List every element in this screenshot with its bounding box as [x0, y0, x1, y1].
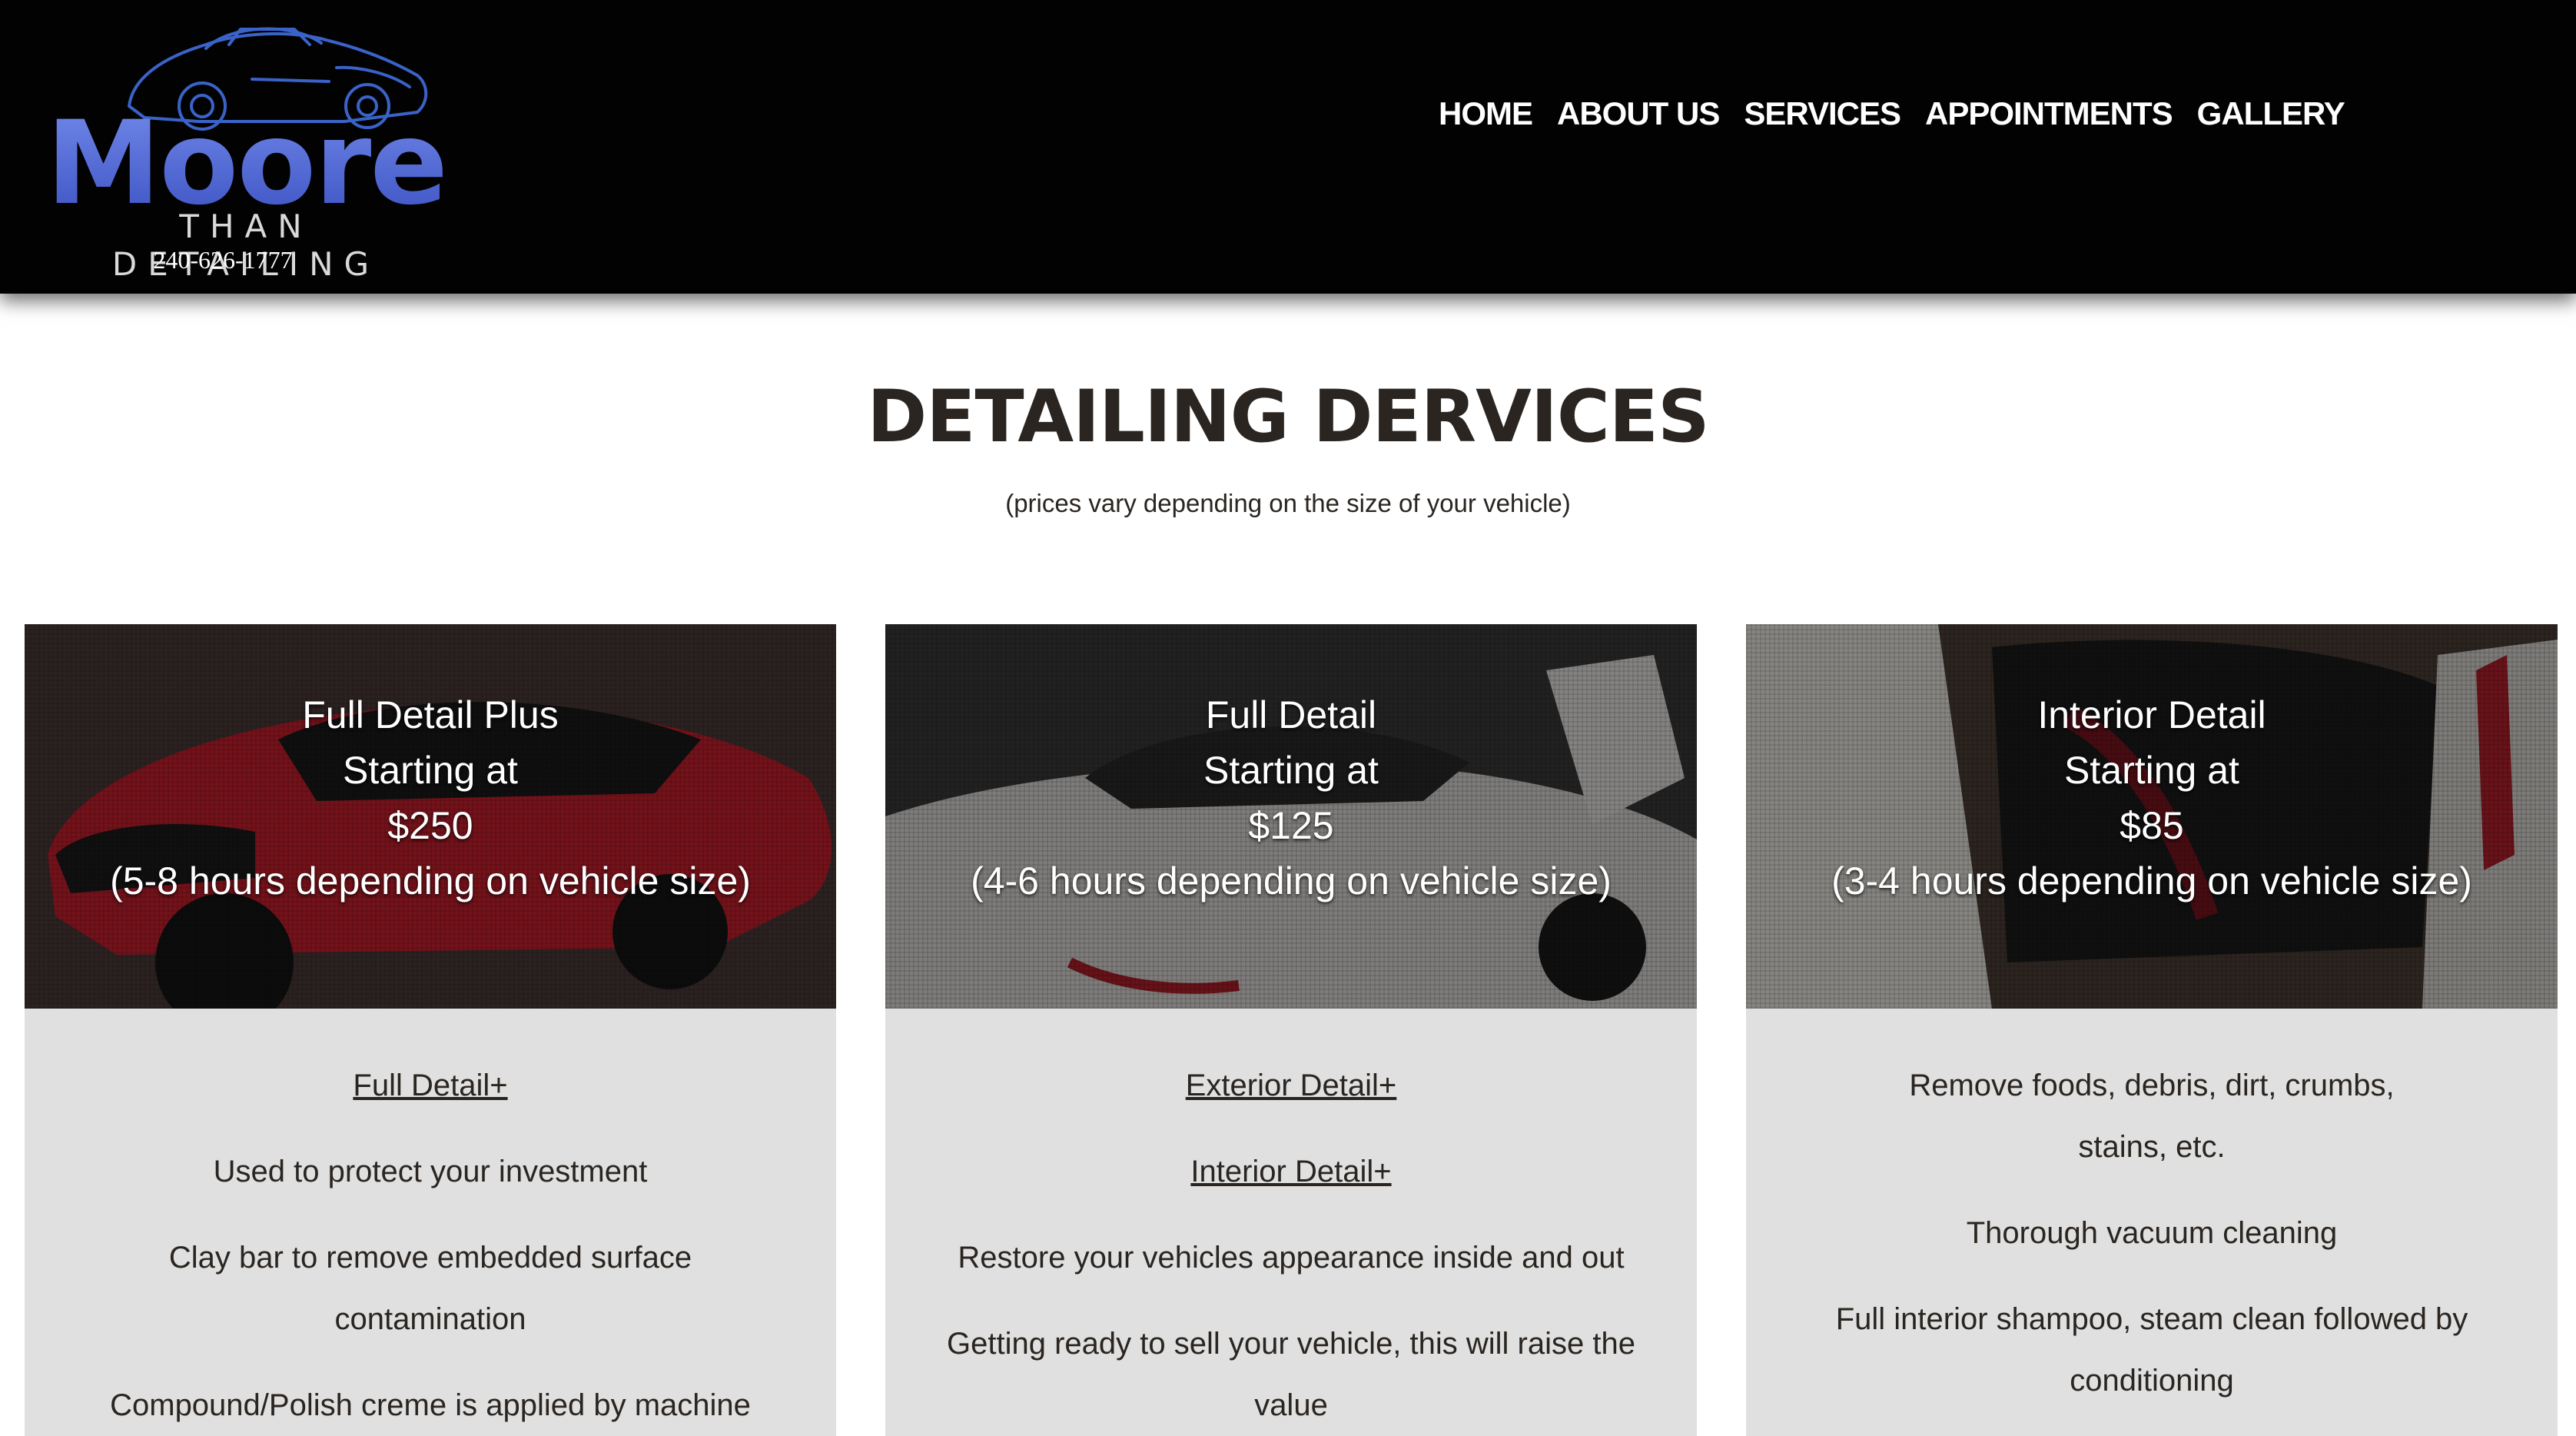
site-header: Moore THAN DETAILING 240-626-1777 HOME A…	[0, 0, 2576, 294]
page-subtitle: (prices vary depending on the size of yo…	[1005, 489, 1571, 517]
service-card-full-detail-plus: Full Detail Plus Starting at $250 (5-8 h…	[25, 624, 836, 1436]
service-card-full-detail: Full Detail Starting at $125 (4-6 hours …	[885, 624, 1697, 1436]
link-exterior-detail[interactable]: Exterior Detail+	[931, 1055, 1651, 1116]
starting-at-label: Starting at	[1203, 749, 1379, 792]
feature-text: Used to protect your investment	[213, 1155, 648, 1188]
feature-text: Remove foods, debris, dirt, crumbs, stai…	[1909, 1069, 2395, 1164]
service-price: $250	[387, 804, 473, 847]
card-body: Full Detail+ Used to protect your invest…	[71, 1055, 790, 1436]
feature-text: Thorough vacuum cleaning	[1966, 1216, 2338, 1250]
nav-appointments[interactable]: APPOINTMENTS	[1925, 95, 2173, 132]
card-hero: Full Detail Plus Starting at $250 (5-8 h…	[25, 624, 836, 1009]
hero-text: Interior Detail Starting at $85 (3-4 hou…	[1746, 687, 2558, 909]
service-price: $125	[1248, 804, 1334, 847]
starting-at-label: Starting at	[343, 749, 518, 792]
phone-number: 240-626-1777	[153, 246, 293, 274]
service-duration: (3-4 hours depending on vehicle size)	[1831, 859, 2472, 902]
service-name: Interior Detail	[2037, 693, 2266, 736]
card-body: Exterior Detail+ Interior Detail+ Restor…	[931, 1055, 1651, 1436]
service-card-interior-detail: Interior Detail Starting at $85 (3-4 hou…	[1746, 624, 2558, 1436]
nav-home[interactable]: HOME	[1439, 95, 1533, 132]
service-duration: (5-8 hours depending on vehicle size)	[110, 859, 751, 902]
feature-text: Clay bar to remove embedded surface cont…	[168, 1241, 692, 1336]
nav-about-us[interactable]: ABOUT US	[1557, 95, 1720, 132]
link-full-detail-plus[interactable]: Full Detail+	[71, 1055, 790, 1116]
nav-services[interactable]: SERVICES	[1744, 95, 1901, 132]
feature-text: Full interior shampoo, steam clean follo…	[1835, 1302, 2468, 1398]
brand-name: Moore	[46, 97, 448, 231]
starting-at-label: Starting at	[2064, 749, 2239, 792]
link-interior-detail[interactable]: Interior Detail+	[931, 1141, 1651, 1202]
service-name: Full Detail	[1205, 693, 1377, 736]
feature-text: Getting ready to sell your vehicle, this…	[947, 1327, 1635, 1422]
feature-text: Compound/Polish creme is applied by mach…	[110, 1388, 751, 1422]
service-price: $85	[2120, 804, 2184, 847]
hero-text: Full Detail Plus Starting at $250 (5-8 h…	[25, 687, 836, 909]
main-nav: HOME ABOUT US SERVICES APPOINTMENTS GALL…	[1439, 95, 2345, 132]
nav-gallery[interactable]: GALLERY	[2197, 95, 2345, 132]
card-body: Remove foods, debris, dirt, crumbs, stai…	[1792, 1055, 2511, 1436]
service-duration: (4-6 hours depending on vehicle size)	[971, 859, 1612, 902]
page-title: DETAILING DERVICES	[867, 375, 1709, 459]
card-hero: Interior Detail Starting at $85 (3-4 hou…	[1746, 624, 2558, 1009]
feature-text: Restore your vehicles appearance inside …	[958, 1241, 1625, 1275]
service-name: Full Detail Plus	[302, 693, 559, 736]
site-logo[interactable]: Moore THAN DETAILING 240-626-1777	[46, 14, 448, 283]
card-hero: Full Detail Starting at $125 (4-6 hours …	[885, 624, 1697, 1009]
hero-text: Full Detail Starting at $125 (4-6 hours …	[885, 687, 1697, 909]
